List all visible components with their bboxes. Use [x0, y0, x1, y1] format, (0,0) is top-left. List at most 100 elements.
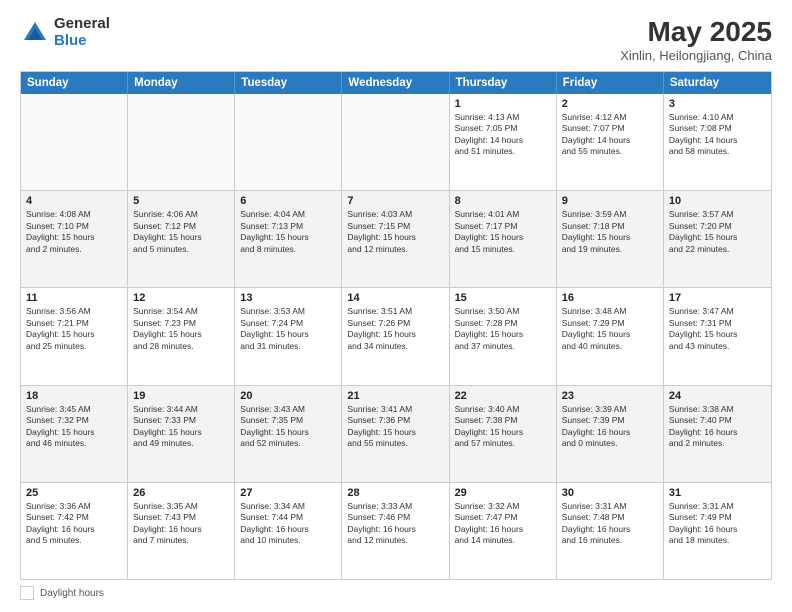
day-number: 11 — [26, 292, 122, 304]
day-number: 1 — [455, 98, 551, 110]
day-number: 4 — [26, 195, 122, 207]
day-info: Sunrise: 3:57 AM Sunset: 7:20 PM Dayligh… — [669, 209, 766, 255]
cal-header-saturday: Saturday — [664, 72, 771, 94]
day-info: Sunrise: 3:45 AM Sunset: 7:32 PM Dayligh… — [26, 404, 122, 450]
cal-header-wednesday: Wednesday — [342, 72, 449, 94]
legend: Daylight hours — [20, 586, 772, 600]
cal-week-3: 11 Sunrise: 3:56 AM Sunset: 7:21 PM Dayli… — [21, 287, 771, 384]
day-info: Sunrise: 4:04 AM Sunset: 7:13 PM Dayligh… — [240, 209, 336, 255]
day-info: Sunrise: 4:12 AM Sunset: 7:07 PM Dayligh… — [562, 112, 658, 158]
cal-cell: 24 Sunrise: 3:38 AM Sunset: 7:40 PM Dayli… — [664, 386, 771, 482]
day-number: 8 — [455, 195, 551, 207]
cal-cell: 23 Sunrise: 3:39 AM Sunset: 7:39 PM Dayli… — [557, 386, 664, 482]
day-number: 19 — [133, 390, 229, 402]
day-info: Sunrise: 3:50 AM Sunset: 7:28 PM Dayligh… — [455, 306, 551, 352]
logo-blue: Blue — [54, 33, 110, 50]
cal-cell: 12 Sunrise: 3:54 AM Sunset: 7:23 PM Dayli… — [128, 288, 235, 384]
title-block: May 2025 Xinlin, Heilongjiang, China — [620, 16, 772, 63]
day-info: Sunrise: 3:56 AM Sunset: 7:21 PM Dayligh… — [26, 306, 122, 352]
cal-header-friday: Friday — [557, 72, 664, 94]
day-info: Sunrise: 3:38 AM Sunset: 7:40 PM Dayligh… — [669, 404, 766, 450]
calendar-body: 1 Sunrise: 4:13 AM Sunset: 7:05 PM Daylig… — [21, 94, 771, 579]
cal-cell: 1 Sunrise: 4:13 AM Sunset: 7:05 PM Daylig… — [450, 94, 557, 190]
cal-week-1: 1 Sunrise: 4:13 AM Sunset: 7:05 PM Daylig… — [21, 94, 771, 190]
cal-cell — [235, 94, 342, 190]
day-number: 31 — [669, 487, 766, 499]
cal-cell — [128, 94, 235, 190]
day-number: 9 — [562, 195, 658, 207]
cal-cell: 7 Sunrise: 4:03 AM Sunset: 7:15 PM Daylig… — [342, 191, 449, 287]
page: General Blue May 2025 Xinlin, Heilongjia… — [0, 0, 792, 612]
day-info: Sunrise: 3:32 AM Sunset: 7:47 PM Dayligh… — [455, 501, 551, 547]
cal-cell: 4 Sunrise: 4:08 AM Sunset: 7:10 PM Daylig… — [21, 191, 128, 287]
day-number: 28 — [347, 487, 443, 499]
calendar-header-row: SundayMondayTuesdayWednesdayThursdayFrid… — [21, 72, 771, 94]
day-info: Sunrise: 3:40 AM Sunset: 7:38 PM Dayligh… — [455, 404, 551, 450]
day-info: Sunrise: 3:36 AM Sunset: 7:42 PM Dayligh… — [26, 501, 122, 547]
day-number: 29 — [455, 487, 551, 499]
cal-cell: 8 Sunrise: 4:01 AM Sunset: 7:17 PM Daylig… — [450, 191, 557, 287]
day-number: 2 — [562, 98, 658, 110]
day-info: Sunrise: 3:54 AM Sunset: 7:23 PM Dayligh… — [133, 306, 229, 352]
logo-general: General — [54, 16, 110, 33]
day-info: Sunrise: 3:53 AM Sunset: 7:24 PM Dayligh… — [240, 306, 336, 352]
day-number: 18 — [26, 390, 122, 402]
day-number: 27 — [240, 487, 336, 499]
day-number: 14 — [347, 292, 443, 304]
cal-cell: 18 Sunrise: 3:45 AM Sunset: 7:32 PM Dayli… — [21, 386, 128, 482]
day-number: 24 — [669, 390, 766, 402]
day-number: 3 — [669, 98, 766, 110]
day-number: 23 — [562, 390, 658, 402]
cal-header-tuesday: Tuesday — [235, 72, 342, 94]
header: General Blue May 2025 Xinlin, Heilongjia… — [20, 16, 772, 63]
cal-week-2: 4 Sunrise: 4:08 AM Sunset: 7:10 PM Daylig… — [21, 190, 771, 287]
day-info: Sunrise: 3:47 AM Sunset: 7:31 PM Dayligh… — [669, 306, 766, 352]
cal-cell: 20Sunrise: 3:43 AM Sunset: 7:35 PM Dayli… — [235, 386, 342, 482]
day-info: Sunrise: 3:31 AM Sunset: 7:49 PM Dayligh… — [669, 501, 766, 547]
day-number: 17 — [669, 292, 766, 304]
cal-cell: 14 Sunrise: 3:51 AM Sunset: 7:26 PM Dayli… — [342, 288, 449, 384]
day-info: Sunrise: 3:39 AM Sunset: 7:39 PM Dayligh… — [562, 404, 658, 450]
day-number: 12 — [133, 292, 229, 304]
day-info: Sunrise: 3:35 AM Sunset: 7:43 PM Dayligh… — [133, 501, 229, 547]
day-info: Sunrise: 3:43 AM Sunset: 7:35 PM Dayligh… — [240, 404, 336, 450]
month-title: May 2025 — [620, 16, 772, 48]
cal-cell: 21Sunrise: 3:41 AM Sunset: 7:36 PM Dayli… — [342, 386, 449, 482]
day-number: 25 — [26, 487, 122, 499]
logo-text: General Blue — [54, 16, 110, 49]
cal-header-sunday: Sunday — [21, 72, 128, 94]
day-info: Sunrise: 3:31 AM Sunset: 7:48 PM Dayligh… — [562, 501, 658, 547]
day-number: 30 — [562, 487, 658, 499]
day-info: Sunrise: 3:41 AM Sunset: 7:36 PM Dayligh… — [347, 404, 443, 450]
cal-cell: 16 Sunrise: 3:48 AM Sunset: 7:29 PM Dayli… — [557, 288, 664, 384]
day-number: 13 — [240, 292, 336, 304]
day-number: 15 — [455, 292, 551, 304]
cal-cell: 30 Sunrise: 3:31 AM Sunset: 7:48 PM Dayli… — [557, 483, 664, 579]
day-info: Sunrise: 4:01 AM Sunset: 7:17 PM Dayligh… — [455, 209, 551, 255]
day-number: 5 — [133, 195, 229, 207]
day-info: Sunrise: 4:08 AM Sunset: 7:10 PM Dayligh… — [26, 209, 122, 255]
day-info: Sunrise: 3:48 AM Sunset: 7:29 PM Dayligh… — [562, 306, 658, 352]
cal-week-4: 18 Sunrise: 3:45 AM Sunset: 7:32 PM Dayli… — [21, 385, 771, 482]
cal-cell: 6 Sunrise: 4:04 AM Sunset: 7:13 PM Daylig… — [235, 191, 342, 287]
day-number: 6 — [240, 195, 336, 207]
cal-week-5: 25 Sunrise: 3:36 AM Sunset: 7:42 PM Dayli… — [21, 482, 771, 579]
logo-icon — [20, 18, 50, 48]
day-number: 16 — [562, 292, 658, 304]
cal-cell: 17 Sunrise: 3:47 AM Sunset: 7:31 PM Dayli… — [664, 288, 771, 384]
cal-cell: 26Sunrise: 3:35 AM Sunset: 7:43 PM Dayli… — [128, 483, 235, 579]
day-number: 22 — [455, 390, 551, 402]
day-number: 7 — [347, 195, 443, 207]
day-info: Sunrise: 4:13 AM Sunset: 7:05 PM Dayligh… — [455, 112, 551, 158]
day-info: Sunrise: 4:03 AM Sunset: 7:15 PM Dayligh… — [347, 209, 443, 255]
cal-cell: 5Sunrise: 4:06 AM Sunset: 7:12 PM Daylig… — [128, 191, 235, 287]
cal-cell: 22 Sunrise: 3:40 AM Sunset: 7:38 PM Dayli… — [450, 386, 557, 482]
cal-cell: 9 Sunrise: 3:59 AM Sunset: 7:18 PM Daylig… — [557, 191, 664, 287]
day-info: Sunrise: 3:33 AM Sunset: 7:46 PM Dayligh… — [347, 501, 443, 547]
cal-cell: 13 Sunrise: 3:53 AM Sunset: 7:24 PM Dayli… — [235, 288, 342, 384]
day-info: Sunrise: 3:51 AM Sunset: 7:26 PM Dayligh… — [347, 306, 443, 352]
day-info: Sunrise: 3:59 AM Sunset: 7:18 PM Dayligh… — [562, 209, 658, 255]
cal-header-monday: Monday — [128, 72, 235, 94]
calendar: SundayMondayTuesdayWednesdayThursdayFrid… — [20, 71, 772, 580]
cal-cell: 31 Sunrise: 3:31 AM Sunset: 7:49 PM Dayli… — [664, 483, 771, 579]
